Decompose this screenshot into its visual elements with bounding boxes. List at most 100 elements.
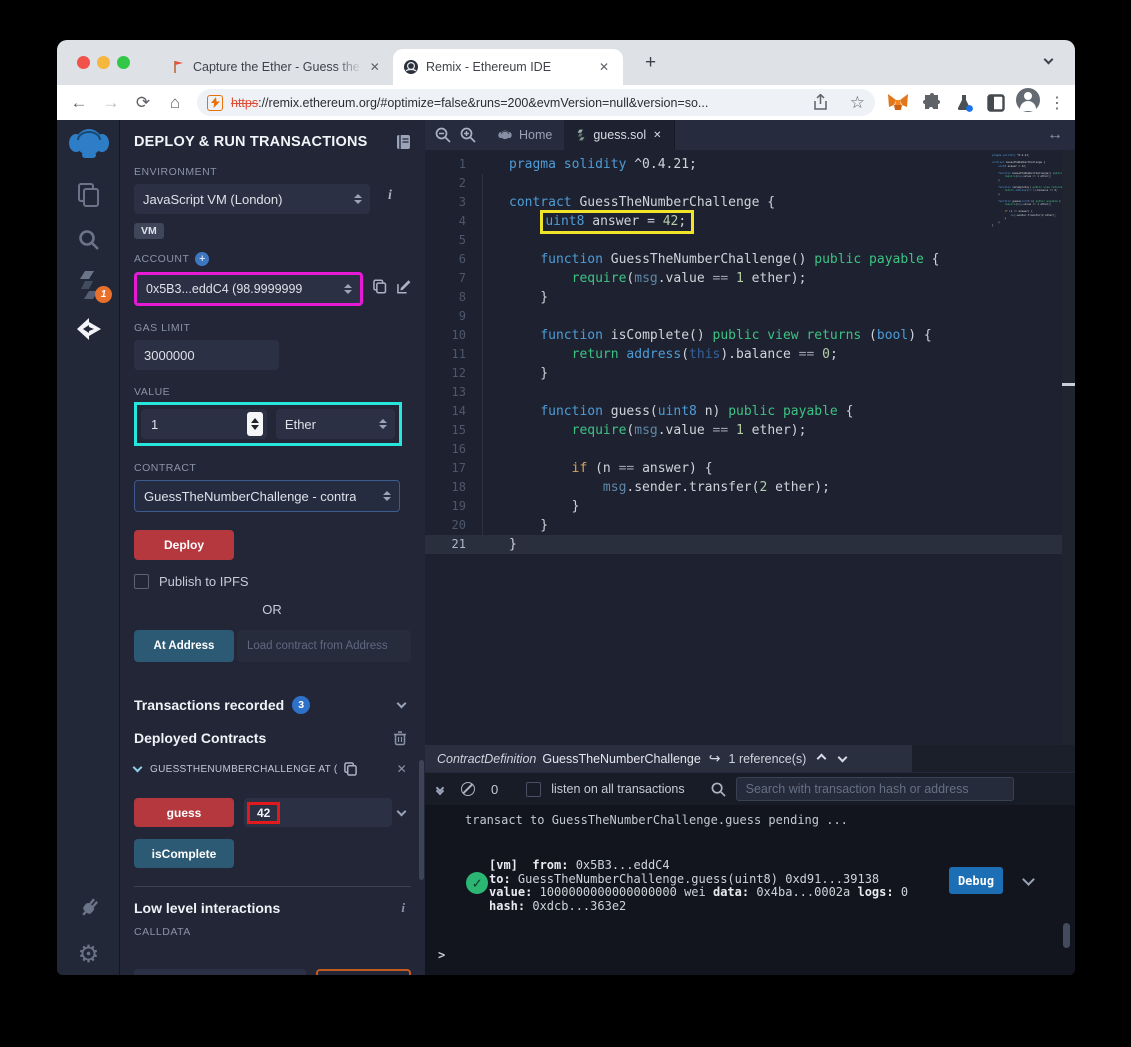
value-highlight-box: 1 Ether bbox=[134, 402, 402, 446]
flask-extension-icon[interactable] bbox=[947, 93, 980, 113]
close-tab-icon[interactable]: ✕ bbox=[370, 60, 380, 74]
browser-menu-icon[interactable]: ⋮ bbox=[1049, 93, 1066, 113]
tab-capture-the-ether[interactable]: Capture the Ether - Guess the ✕ bbox=[162, 49, 390, 85]
copy-account-icon[interactable] bbox=[373, 279, 387, 294]
add-account-icon[interactable]: + bbox=[195, 252, 210, 266]
file-explorer-icon[interactable] bbox=[57, 182, 120, 208]
close-window-button[interactable] bbox=[77, 56, 90, 69]
copy-contract-icon[interactable] bbox=[343, 762, 357, 776]
next-reference-icon[interactable] bbox=[837, 752, 848, 762]
share-icon[interactable] bbox=[813, 94, 828, 111]
deployed-contract-title: GUESSTHENUMBERCHALLENGE AT ( bbox=[150, 763, 338, 775]
extension-bolt-icon[interactable] bbox=[207, 94, 223, 111]
home-button[interactable]: ⌂ bbox=[159, 93, 191, 113]
collapse-terminal-icon[interactable] bbox=[435, 783, 445, 795]
new-tab-button[interactable]: + bbox=[645, 52, 656, 74]
remix-logo-icon[interactable] bbox=[57, 126, 120, 162]
definition-bar[interactable]: ContractDefinition GuessTheNumberChallen… bbox=[425, 745, 912, 772]
low-level-info-icon[interactable]: i bbox=[401, 900, 405, 916]
guess-button[interactable]: guess bbox=[134, 798, 234, 827]
remix-favicon bbox=[404, 60, 418, 74]
reload-button[interactable]: ⟳ bbox=[127, 93, 159, 113]
tab-home[interactable]: Home bbox=[486, 120, 564, 150]
code-editor[interactable]: 1 pragma solidity ^0.4.21; 2 3 contract Gues… bbox=[425, 150, 1075, 745]
minimap[interactable]: pragma solidity ^0.4.21; contract GuessT… bbox=[992, 154, 1075, 228]
tx-log-line: hash: 0xdcb...363e2 bbox=[489, 898, 627, 913]
code-line: 21} bbox=[425, 535, 1062, 554]
zoom-in-icon[interactable] bbox=[460, 127, 476, 143]
side-panel-icon[interactable] bbox=[979, 93, 1012, 112]
settings-gear-icon[interactable]: ⚙ bbox=[57, 940, 120, 969]
close-file-icon[interactable]: ✕ bbox=[653, 130, 661, 141]
url-rest: ://remix.ethereum.org/#optimize=false&ru… bbox=[258, 95, 709, 110]
close-contract-icon[interactable]: ✕ bbox=[397, 762, 407, 776]
transactions-chevron-icon[interactable] bbox=[396, 698, 407, 709]
value-stepper[interactable] bbox=[246, 412, 263, 436]
minimize-window-button[interactable] bbox=[97, 56, 110, 69]
back-button[interactable]: ← bbox=[63, 93, 95, 113]
log-expand-chevron-icon[interactable] bbox=[1022, 873, 1035, 886]
extensions-puzzle-icon[interactable] bbox=[915, 92, 948, 113]
listen-checkbox[interactable] bbox=[526, 781, 542, 797]
solidity-compiler-icon[interactable]: 1 bbox=[57, 270, 120, 303]
profile-avatar[interactable] bbox=[1011, 88, 1044, 117]
debug-button[interactable]: Debug bbox=[949, 867, 1003, 894]
guess-arg-highlight: 42 bbox=[247, 801, 281, 824]
prev-reference-icon[interactable] bbox=[816, 753, 827, 764]
tab-search-chevron-icon[interactable] bbox=[1043, 54, 1054, 65]
solidity-file-icon bbox=[577, 129, 585, 141]
gas-limit-value: 3000000 bbox=[144, 347, 195, 363]
search-icon[interactable] bbox=[57, 228, 120, 252]
close-tab-icon[interactable]: ✕ bbox=[599, 60, 609, 74]
transact-button-partial[interactable] bbox=[316, 969, 411, 975]
environment-info-icon[interactable]: i bbox=[388, 188, 392, 204]
publish-ipfs-checkbox[interactable] bbox=[134, 574, 149, 589]
guess-expand-chevron-icon[interactable] bbox=[396, 806, 407, 816]
code-line: 12 } bbox=[451, 364, 549, 383]
environment-label: ENVIRONMENT bbox=[134, 166, 218, 178]
account-select[interactable]: 0x5B3...eddC4 (98.9999999 bbox=[134, 272, 364, 306]
go-to-reference-icon[interactable]: ↪ bbox=[709, 750, 721, 767]
deployed-contract-header[interactable]: GUESSTHENUMBERCHALLENGE AT ( ✕ bbox=[132, 762, 411, 776]
trash-icon[interactable] bbox=[393, 730, 407, 746]
at-address-input[interactable]: Load contract from Address bbox=[237, 630, 411, 662]
value-input[interactable]: 1 bbox=[141, 409, 267, 439]
metamask-icon[interactable] bbox=[881, 93, 914, 113]
edit-account-icon[interactable] bbox=[396, 279, 411, 294]
deploy-run-icon[interactable] bbox=[57, 316, 120, 342]
gas-limit-input[interactable]: 3000000 bbox=[134, 340, 279, 370]
calldata-input[interactable] bbox=[134, 969, 306, 975]
editor-scrollbar[interactable] bbox=[1062, 150, 1075, 745]
tx-log-block[interactable]: [vm] from: 0x5B3...eddC4 to: GuessTheNumb… bbox=[489, 858, 908, 913]
minimap-line: return address(this).balance == 0; bbox=[1004, 189, 1058, 192]
address-bar[interactable]: https://remix.ethereum.org/#optimize=fal… bbox=[197, 89, 875, 116]
tab-remix-ide[interactable]: Remix - Ethereum IDE ✕ bbox=[393, 49, 623, 85]
terminal[interactable]: transact to GuessTheNumberChallenge.gues… bbox=[425, 805, 1075, 975]
minimap-line: require(msg.value == 1 ether); bbox=[1004, 175, 1052, 178]
clear-console-icon[interactable] bbox=[461, 782, 475, 796]
divider bbox=[134, 886, 411, 887]
value-unit: Ether bbox=[284, 416, 316, 432]
iscomplete-button[interactable]: isComplete bbox=[134, 839, 234, 868]
bookmark-star-icon[interactable]: ☆ bbox=[850, 93, 865, 113]
low-level-label: Low level interactions bbox=[134, 900, 281, 916]
environment-select[interactable]: JavaScript VM (London) bbox=[134, 184, 370, 214]
deploy-button[interactable]: Deploy bbox=[134, 530, 234, 560]
terminal-scrollbar[interactable] bbox=[1063, 923, 1070, 948]
plugin-manager-icon[interactable] bbox=[57, 895, 120, 921]
expand-horizontal-icon[interactable]: ↔ bbox=[1047, 126, 1063, 144]
documentation-book-icon[interactable] bbox=[396, 134, 411, 150]
maximize-window-button[interactable] bbox=[117, 56, 130, 69]
collapse-chevron-icon[interactable] bbox=[132, 762, 143, 773]
panel-scrollbar[interactable] bbox=[419, 760, 424, 880]
forward-button[interactable]: → bbox=[95, 93, 127, 113]
environment-value: JavaScript VM (London) bbox=[143, 191, 283, 207]
contract-select[interactable]: GuessTheNumberChallenge - contra bbox=[134, 480, 400, 512]
value-unit-select[interactable]: Ether bbox=[275, 409, 395, 439]
at-address-button[interactable]: At Address bbox=[134, 630, 234, 662]
terminal-search-input[interactable] bbox=[735, 777, 1014, 801]
guess-arg-input[interactable]: 42 bbox=[244, 798, 392, 827]
zoom-out-icon[interactable] bbox=[435, 127, 451, 143]
minimap-line: require(msg.value == 1 ether); bbox=[1004, 203, 1052, 206]
tab-guess-sol[interactable]: guess.sol ✕ bbox=[564, 120, 675, 150]
